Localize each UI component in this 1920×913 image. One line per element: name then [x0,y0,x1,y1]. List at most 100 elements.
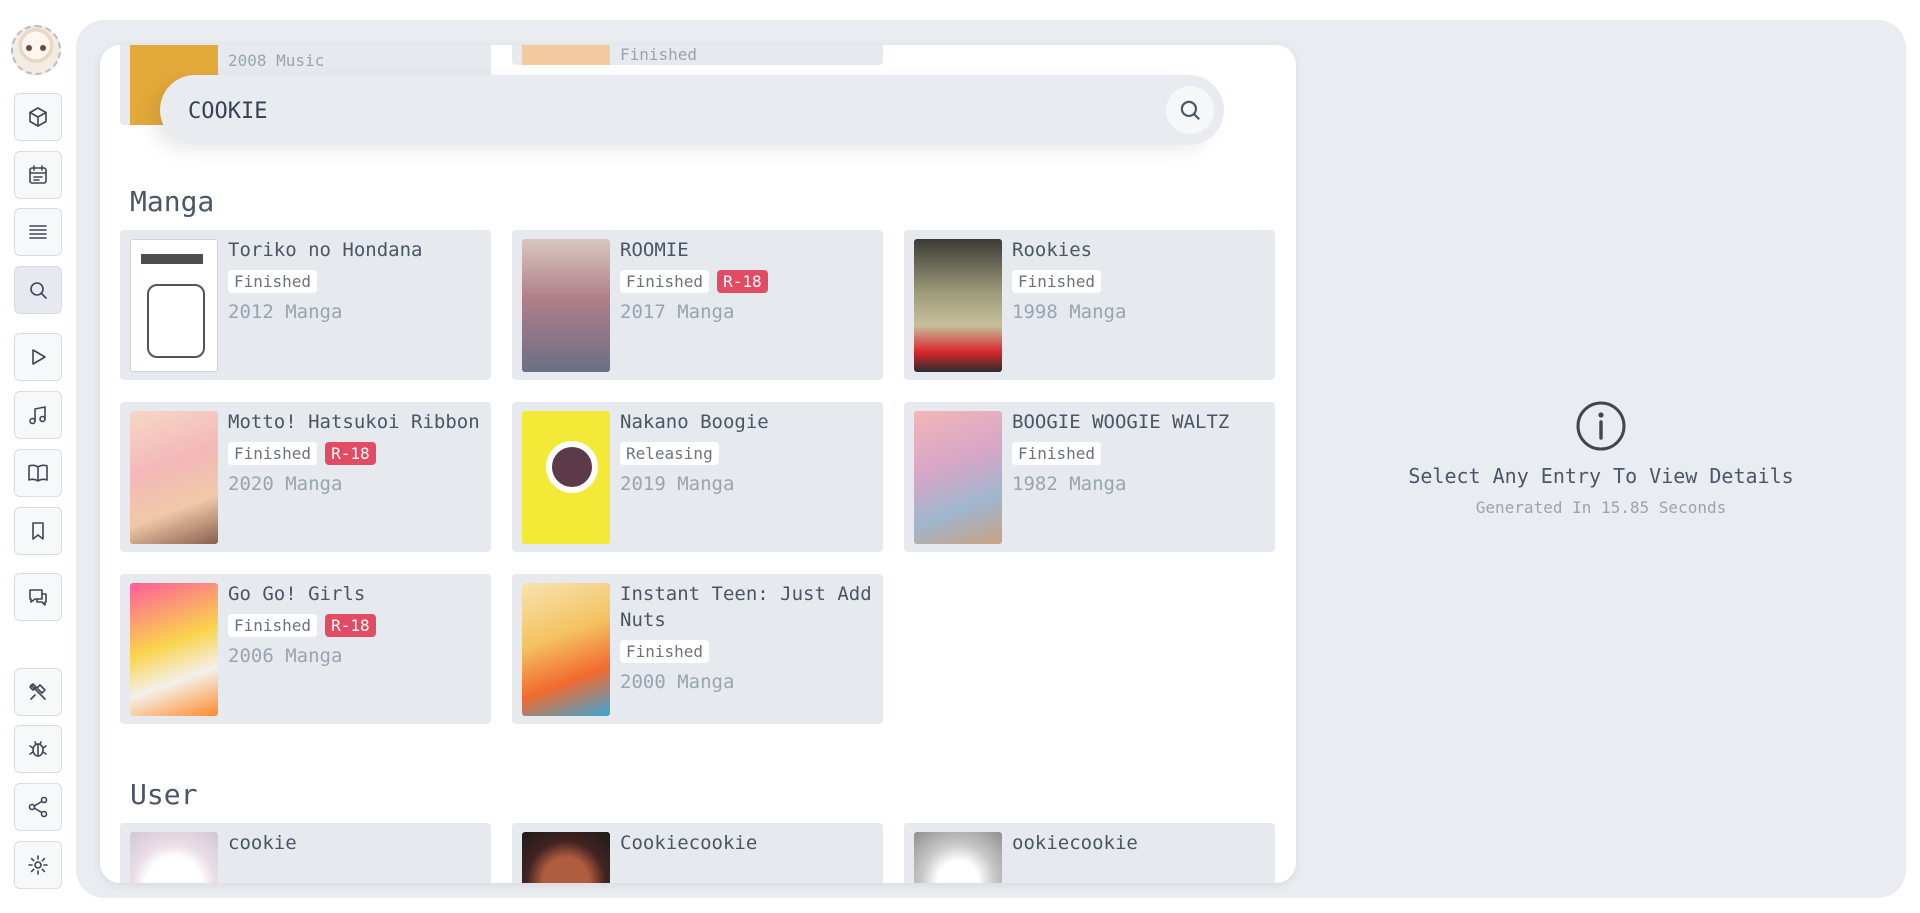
peek-thumbnail [522,45,610,65]
music-icon [29,406,46,425]
cover-image [522,239,610,372]
share-icon [28,796,48,818]
sidebar-item-cube[interactable] [14,93,62,141]
manga-card[interactable]: Go Go! Girls Finished R-18 2006 Manga [120,574,491,724]
section-title-user: User [130,778,198,811]
search-input[interactable] [186,75,1130,147]
details-subtitle: Generated In 15.85 Seconds [1475,498,1727,517]
badges: Finished [1012,270,1102,293]
play-icon [32,349,46,365]
sidebar-item-music[interactable] [14,391,62,439]
badges: Finished [228,270,318,293]
avatar[interactable] [11,25,61,75]
status-badge: Finished [228,442,318,465]
info-icon [1576,401,1626,451]
cube-icon [29,107,47,127]
user-avatar [914,832,1002,883]
user-card[interactable]: ookiecookie [904,823,1275,883]
card-meta: 2019 Manga [620,473,735,495]
search-icon [30,282,47,299]
card-meta: 1998 Manga [1012,301,1127,323]
card-meta: 2020 Manga [228,473,343,495]
cover-image [914,239,1002,372]
badges: Finished R-18 [228,614,376,637]
badges: Finished [1012,442,1102,465]
user-name: Cookiecookie [620,832,758,854]
status-badge: Finished [620,270,710,293]
tools-icon [29,683,46,700]
badges: Finished [620,640,710,663]
card-meta: 2006 Manga [228,645,343,667]
bookmark-icon [32,522,44,540]
cover-image [522,583,610,716]
adult-badge: R-18 [325,442,376,465]
user-avatar [130,832,218,883]
card-title: Nakano Boogie [620,411,769,433]
sidebar-item-tools[interactable] [14,668,62,716]
sidebar-item-list[interactable] [14,208,62,256]
search-bar [160,75,1224,147]
search-icon [1180,100,1200,120]
calendar-icon [29,165,47,184]
list-icon [29,225,47,239]
manga-card[interactable]: ROOMIE Finished R-18 2017 Manga [512,230,883,380]
card-meta: 2017 Manga [620,301,735,323]
sidebar-item-search[interactable] [14,266,62,314]
manga-card[interactable]: Motto! Hatsukoi Ribbon Finished R-18 202… [120,402,491,552]
sidebar-item-bug[interactable] [14,725,62,773]
details-placeholder: Select Any Entry To View Details Generat… [1296,400,1906,517]
user-avatar [522,832,610,883]
peek-meta: 2008 Music [228,51,325,70]
card-title: Go Go! Girls [228,583,366,605]
manga-card[interactable]: Rookies Finished 1998 Manga [904,230,1275,380]
card-title: Instant Teen: Just Add Nuts [620,583,872,631]
cover-image [130,411,218,544]
card-title: BOOGIE WOOGIE WALTZ [1012,411,1230,433]
badges: Finished R-18 [228,442,376,465]
status-badge: Finished [228,614,318,637]
sidebar-item-share[interactable] [14,783,62,831]
cover-image [130,583,218,716]
search-panel: 2008 Music Finished Manga Toriko no Hond… [100,45,1296,883]
adult-badge: R-18 [717,270,768,293]
card-title: Motto! Hatsukoi Ribbon [228,411,480,433]
peek-card[interactable]: Finished [512,45,883,65]
chat-icon [29,589,47,606]
cover-image [522,411,610,544]
settings-icon [28,855,48,875]
card-title: Rookies [1012,239,1093,261]
section-title-manga: Manga [130,185,215,218]
manga-card[interactable]: Instant Teen: Just Add Nuts Finished 200… [512,574,883,724]
peek-status: Finished [620,45,698,64]
card-title: Toriko no Hondana [228,239,423,261]
status-badge: Releasing [620,442,719,465]
user-card[interactable]: Cookiecookie [512,823,883,883]
adult-badge: R-18 [325,614,376,637]
cover-image [130,239,218,372]
user-card[interactable]: cookie [120,823,491,883]
sidebar-item-chat[interactable] [14,573,62,621]
badges: Releasing [620,442,719,465]
sidebar-item-play[interactable] [14,333,62,381]
status-badge: Finished [620,640,710,663]
manga-card[interactable]: Toriko no Hondana Finished 2012 Manga [120,230,491,380]
user-name: cookie [228,832,297,854]
search-button[interactable] [1166,86,1214,134]
status-badge: Finished [1012,442,1102,465]
sidebar [0,0,76,913]
card-meta: 1982 Manga [1012,473,1127,495]
manga-card[interactable]: Nakano Boogie Releasing 2019 Manga [512,402,883,552]
card-title: ROOMIE [620,239,689,261]
sidebar-item-calendar[interactable] [14,151,62,199]
sidebar-item-settings[interactable] [14,841,62,889]
sidebar-item-book[interactable] [14,449,62,497]
sidebar-item-bookmark[interactable] [14,507,62,555]
book-icon [28,464,48,482]
user-name: ookiecookie [1012,832,1138,854]
manga-card[interactable]: BOOGIE WOOGIE WALTZ Finished 1982 Manga [904,402,1275,552]
card-meta: 2012 Manga [228,301,343,323]
status-badge: Finished [1012,270,1102,293]
cover-image [914,411,1002,544]
details-title: Select Any Entry To View Details [1408,464,1794,488]
status-badge: Finished [228,270,318,293]
